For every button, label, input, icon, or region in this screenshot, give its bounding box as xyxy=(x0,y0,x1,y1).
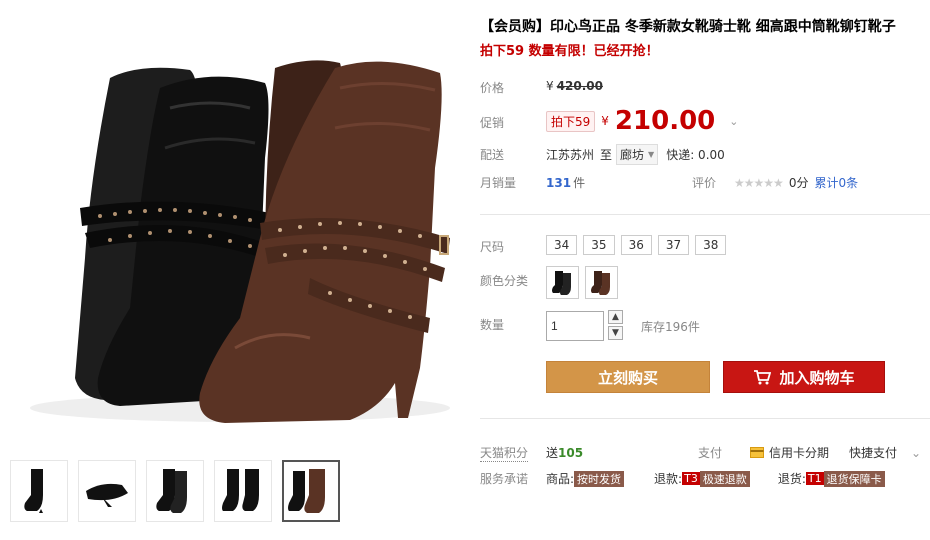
divider-top xyxy=(480,214,930,215)
quantity-up-button[interactable]: ▲ xyxy=(608,310,623,324)
sales-count: 131 xyxy=(546,175,572,190)
on-time-delivery-tag[interactable]: 按时发货 xyxy=(574,470,625,487)
delivery-from: 江苏苏州 xyxy=(546,148,595,162)
promo-currency: ¥ xyxy=(601,114,609,128)
cart-icon xyxy=(754,370,772,385)
service-refund-label: 退款: xyxy=(654,472,683,486)
product-subtitle: 拍下59 数量有限！已经开抢！ xyxy=(480,44,659,59)
destination-value: 廊坊 xyxy=(620,148,645,162)
size-option-36[interactable]: 36 xyxy=(620,235,652,255)
delivery-row: 江苏苏州 至 廊坊 ▼ 快递: 0.00 xyxy=(546,144,725,165)
fast-refund-tag[interactable]: 极速退款 xyxy=(699,470,750,487)
rating-row: 评价 ★★★★★ 0分 累计0条 xyxy=(692,174,858,191)
payment-caret-icon[interactable]: ⌄ xyxy=(911,446,921,460)
quantity-down-button[interactable]: ▼ xyxy=(608,326,623,340)
thumbnail-1[interactable] xyxy=(10,460,68,522)
dropdown-arrow-icon: ▼ xyxy=(648,150,655,159)
size-options: 34 35 36 37 38 xyxy=(546,235,732,255)
sales-row: 131 件 xyxy=(546,174,585,191)
promo-price-row: 拍下59 ¥ 210.00 ⌄ xyxy=(546,106,738,136)
size-option-38[interactable]: 38 xyxy=(695,235,727,255)
credit-card-icon xyxy=(750,447,765,458)
t3-badge: T3 xyxy=(682,472,700,485)
product-info-panel: 【会员购】印心鸟正品 冬季新款女靴骑士靴 细高跟中筒靴铆钉靴子 拍下59 数量有… xyxy=(480,0,930,540)
sales-unit: 件 xyxy=(573,176,586,190)
add-to-cart-label: 加入购物车 xyxy=(779,368,855,387)
promo-badge: 拍下59 xyxy=(546,110,596,132)
color-option-brown[interactable] xyxy=(585,266,618,299)
delivery-label: 配送 xyxy=(480,148,505,162)
review-count[interactable]: 累计0条 xyxy=(814,174,858,191)
product-title: 【会员购】印心鸟正品 冬季新款女靴骑士靴 细高跟中筒靴铆钉靴子 xyxy=(480,19,896,35)
thumbnail-strip xyxy=(10,460,340,532)
product-gallery xyxy=(0,0,470,540)
original-price: ¥ 420.00 xyxy=(546,79,603,93)
thumbnail-5[interactable] xyxy=(282,460,340,522)
rating-stars-icon: ★★★★★ xyxy=(734,175,784,190)
quantity-row: ▲ ▼ 库存196件 xyxy=(546,310,700,342)
payment-row: 支付 信用卡分期 快捷支付 ⌄ xyxy=(698,444,921,461)
service-return-label: 退货: xyxy=(777,472,806,486)
points-send: 送 xyxy=(546,446,559,460)
credit-installment[interactable]: 信用卡分期 xyxy=(769,444,829,461)
shipping-cost: 快递: 0.00 xyxy=(666,148,725,162)
promo-label: 促销 xyxy=(480,116,505,130)
color-options xyxy=(546,266,624,299)
color-label: 颜色分类 xyxy=(480,274,529,288)
buy-now-button[interactable]: 立刻购买 xyxy=(546,361,710,393)
currency-symbol: ¥ xyxy=(546,79,554,93)
stock-count: 库存196件 xyxy=(641,319,700,334)
quantity-input[interactable] xyxy=(546,311,604,341)
size-option-34[interactable]: 34 xyxy=(546,235,578,255)
divider-bottom xyxy=(480,418,930,419)
thumbnail-2[interactable] xyxy=(78,460,136,522)
thumbnail-3[interactable] xyxy=(146,460,204,522)
rating-score: 0分 xyxy=(788,176,809,190)
size-option-37[interactable]: 37 xyxy=(657,235,690,255)
size-label: 尺码 xyxy=(480,240,505,254)
size-option-35[interactable]: 35 xyxy=(583,235,615,255)
promo-price: 210.00 xyxy=(614,106,716,136)
points-row: 送 105 xyxy=(546,444,583,461)
return-guarantee-tag[interactable]: 退货保障卡 xyxy=(823,470,885,487)
delivery-to-word: 至 xyxy=(600,148,613,162)
quantity-label: 数量 xyxy=(480,318,505,332)
service-label: 服务承诺 xyxy=(480,472,529,486)
service-goods-label: 商品: xyxy=(546,472,575,486)
points-amount: 105 xyxy=(558,445,584,460)
promo-caret-icon[interactable]: ⌄ xyxy=(729,115,738,128)
quick-pay[interactable]: 快捷支付 xyxy=(849,444,897,461)
payment-label: 支付 xyxy=(698,446,723,460)
service-row: 商品: 按时发货 退款: T3 极速退款 退货: T1 退货保障卡 xyxy=(546,470,885,487)
main-product-image[interactable] xyxy=(10,8,465,448)
t1-badge: T1 xyxy=(805,472,824,485)
destination-select[interactable]: 廊坊 ▼ xyxy=(616,144,659,165)
add-to-cart-button[interactable]: 加入购物车 xyxy=(723,361,885,393)
quantity-stepper: ▲ ▼ xyxy=(608,310,623,342)
monthly-sales-label: 月销量 xyxy=(480,176,517,190)
color-option-black[interactable] xyxy=(546,266,579,299)
price-label: 价格 xyxy=(480,81,505,95)
original-price-value: 420.00 xyxy=(556,79,603,93)
points-label[interactable]: 天猫积分 xyxy=(480,444,529,462)
thumbnail-4[interactable] xyxy=(214,460,272,522)
rating-label: 评价 xyxy=(692,176,717,190)
